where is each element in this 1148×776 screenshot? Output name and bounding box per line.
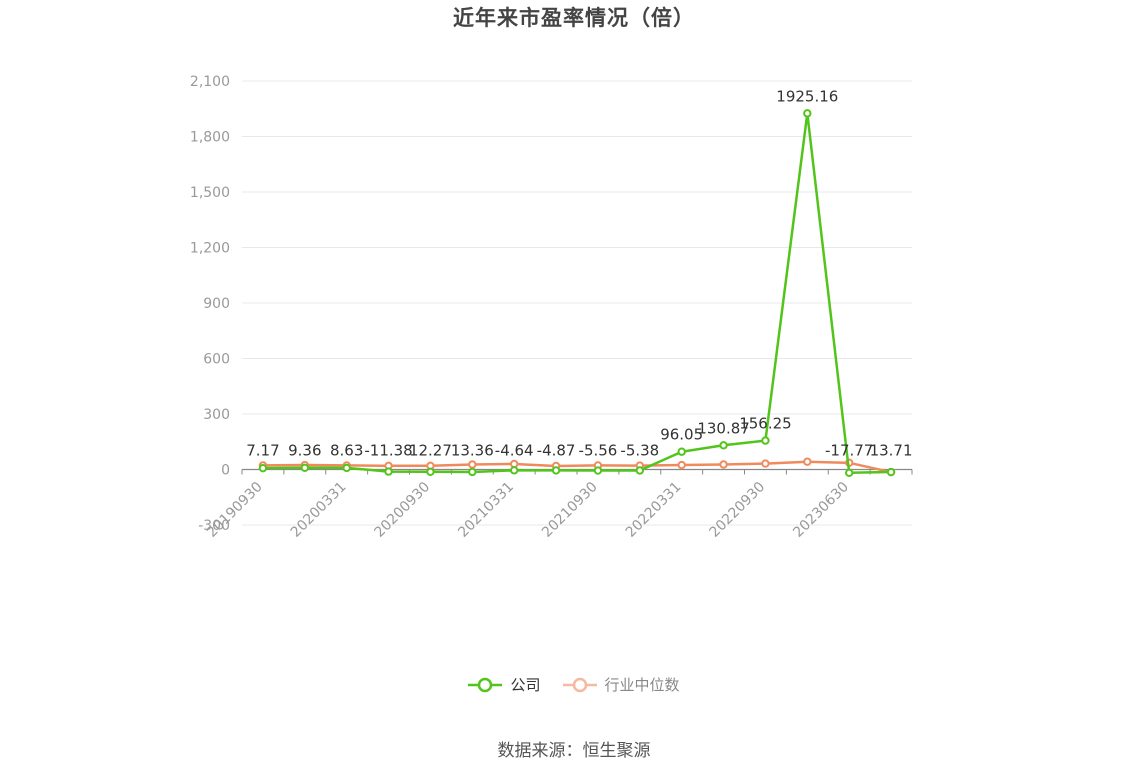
- y-tick-label: 900: [203, 296, 230, 312]
- y-tick-label: 1,800: [190, 130, 230, 146]
- company-data-label: -4.87: [537, 442, 576, 460]
- company-data-label: 7.17: [246, 442, 279, 460]
- legend-item-industry[interactable]: 行业中位数: [562, 674, 680, 695]
- company-data-point[interactable]: [677, 447, 686, 456]
- company-data-point[interactable]: [342, 463, 351, 473]
- industry-data-point[interactable]: [803, 457, 812, 466]
- company-data-point[interactable]: [300, 463, 310, 472]
- industry-data-point[interactable]: [468, 460, 477, 469]
- company-data-label: 13.36: [451, 442, 494, 460]
- y-tick-label: 1,500: [190, 185, 230, 201]
- x-tick-label: 20220331: [623, 479, 685, 541]
- company-data-label: 1925.16: [776, 87, 838, 105]
- company-data-point[interactable]: [719, 441, 728, 450]
- company-data-point[interactable]: [593, 466, 603, 475]
- y-tick-label: 0: [221, 463, 230, 479]
- company-data-label: -5.38: [620, 442, 659, 460]
- legend-item-company[interactable]: 公司: [468, 674, 541, 695]
- x-tick-label: 20210331: [455, 479, 517, 541]
- company-data-point[interactable]: [509, 466, 519, 475]
- company-data-label: -11.38: [364, 442, 412, 460]
- company-data-point[interactable]: [761, 436, 770, 445]
- company-data-label: 156.25: [739, 415, 792, 433]
- legend: 公司 行业中位数: [0, 674, 1148, 695]
- company-data-point[interactable]: [551, 466, 561, 475]
- x-tick-label: 20200930: [372, 479, 434, 541]
- x-tick-label: 20210930: [539, 479, 601, 541]
- legend-company-label: 公司: [510, 676, 541, 694]
- company-data-point[interactable]: [635, 466, 645, 475]
- company-data-label: -5.56: [579, 442, 618, 460]
- data-source-note: 数据来源：恒生聚源: [497, 741, 651, 761]
- company-data-label: 12.27: [409, 442, 452, 460]
- y-tick-label: 1,200: [190, 241, 230, 257]
- company-data-label: 9.36: [288, 442, 321, 460]
- company-data-label: 8.63: [330, 442, 363, 460]
- company-data-point[interactable]: [426, 467, 435, 476]
- company-data-point[interactable]: [803, 109, 812, 118]
- y-tick-label: 2,100: [190, 74, 230, 90]
- company-data-point[interactable]: [886, 467, 896, 477]
- y-tick-label: 300: [203, 407, 230, 423]
- company-series-line: [262, 112, 892, 475]
- company-data-point[interactable]: [258, 463, 268, 473]
- x-axis-ticks: 20190930 20200331 20200930 20210331 20210930…: [204, 469, 913, 541]
- x-tick-label: 20220930: [707, 479, 769, 541]
- industry-data-point[interactable]: [719, 460, 728, 469]
- y-tick-label: 600: [203, 352, 230, 368]
- y-axis-ticks: 2,1001,8001,5001,2009006003000-300: [190, 74, 230, 534]
- legend-industry-marker-icon: [562, 677, 597, 692]
- x-tick-label: 20200331: [288, 479, 350, 541]
- company-data-label: -17.77: [825, 442, 873, 460]
- company-data-point[interactable]: [844, 468, 854, 477]
- legend-industry-label: 行业中位数: [604, 676, 680, 694]
- company-data-label: 13.71: [870, 442, 913, 460]
- company-data-label: -4.64: [495, 442, 534, 460]
- x-tick-label: 20230630: [790, 479, 852, 541]
- series-lines: [258, 109, 896, 477]
- data-labels: 7.17 9.36 8.63 -11.3812.2713.36 -4.64 -4.87 -5…: [246, 87, 912, 459]
- industry-data-point[interactable]: [761, 459, 770, 468]
- legend-company-marker-icon: [468, 677, 503, 692]
- x-tick-label: 20190930: [204, 479, 266, 541]
- industry-data-point[interactable]: [677, 460, 686, 470]
- company-data-point[interactable]: [468, 467, 477, 477]
- pe-ratio-line-chart: 2,1001,8001,5001,2009006003000-300 20190…: [190, 74, 913, 541]
- company-data-point[interactable]: [384, 467, 393, 476]
